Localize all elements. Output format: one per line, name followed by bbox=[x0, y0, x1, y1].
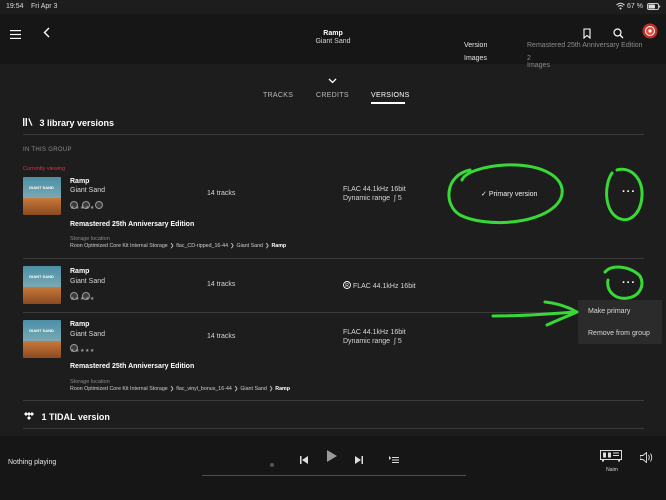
zone-device-icon[interactable] bbox=[600, 448, 622, 467]
player-bar: Nothing playing Naim bbox=[0, 436, 666, 500]
play-icon[interactable] bbox=[327, 449, 337, 467]
previous-track-icon[interactable] bbox=[300, 451, 308, 469]
zone-name[interactable]: Naim bbox=[600, 467, 624, 473]
now-playing-status: Nothing playing bbox=[8, 459, 57, 466]
annotation-overlay bbox=[447, 163, 644, 327]
volume-icon[interactable] bbox=[639, 450, 654, 468]
queue-icon[interactable] bbox=[389, 451, 399, 469]
next-track-icon[interactable] bbox=[355, 451, 363, 469]
progress-track[interactable] bbox=[202, 475, 466, 476]
radio-dot-icon[interactable] bbox=[270, 454, 274, 472]
